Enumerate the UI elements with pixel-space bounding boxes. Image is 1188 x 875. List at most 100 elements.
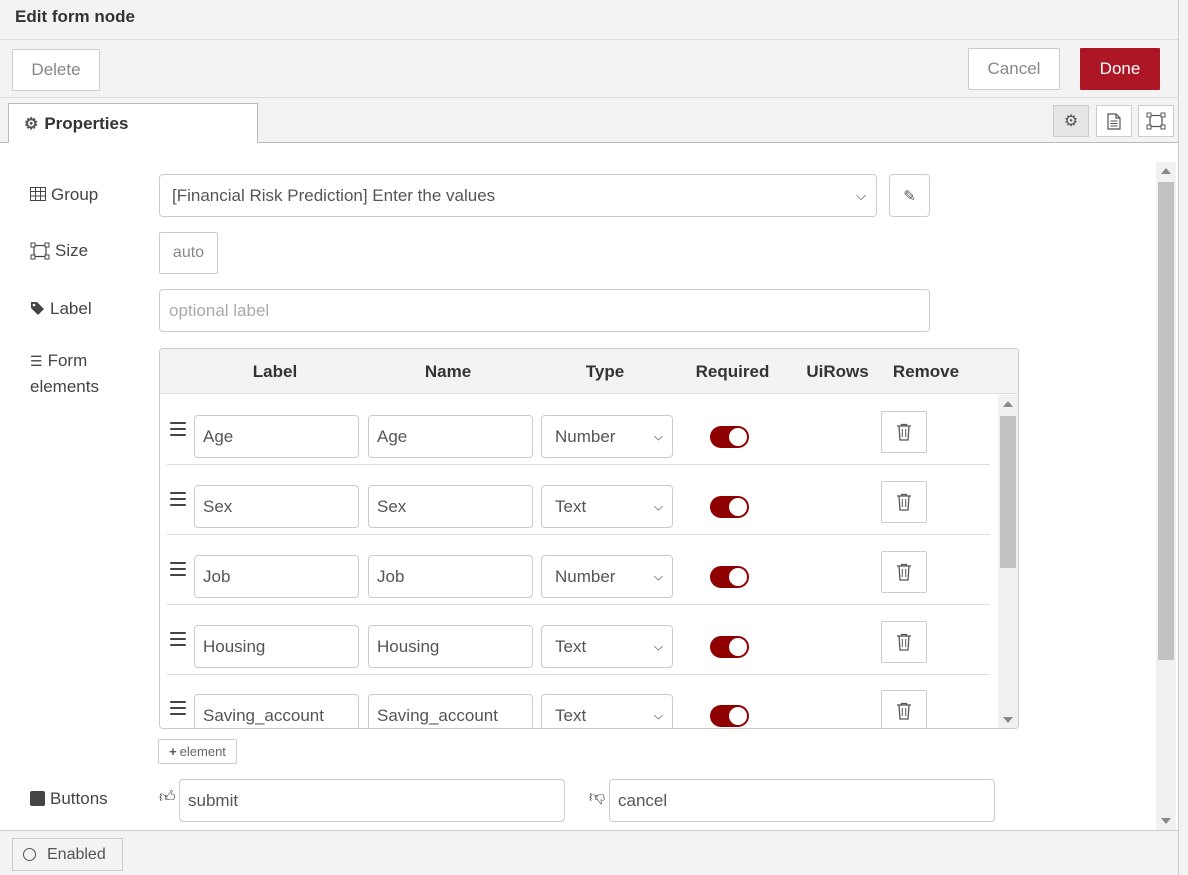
chevron-down-icon: ⌵ (653, 708, 663, 722)
group-select[interactable]: [Financial Risk Prediction] Enter the va… (159, 174, 877, 217)
node-description-button[interactable] (1096, 105, 1132, 137)
header-remove: Remove (892, 362, 960, 381)
node-properties-button[interactable]: ⚙ (1053, 105, 1089, 137)
tabs-bar: ⚙ Properties ⚙ (0, 98, 1178, 144)
row-label-input[interactable]: Job (194, 555, 359, 598)
frame-icon (1146, 112, 1166, 130)
required-toggle[interactable] (710, 636, 749, 658)
enabled-toggle-button[interactable]: Enabled (12, 838, 123, 871)
delete-button[interactable]: Delete (12, 49, 100, 91)
tray-resize-edge[interactable] (1178, 0, 1188, 875)
square-icon (30, 791, 45, 806)
scroll-up-arrow-icon[interactable] (1003, 401, 1013, 407)
plus-icon: + (169, 744, 177, 759)
gear-icon: ⚙ (24, 115, 39, 133)
chevron-down-icon: ⌵ (856, 187, 866, 203)
header-name: Name (424, 362, 472, 381)
scroll-down-arrow-icon[interactable] (1003, 717, 1013, 723)
required-toggle[interactable] (710, 705, 749, 727)
panel-scrollbar[interactable] (1156, 162, 1176, 830)
header-uirows: UiRows (806, 362, 869, 381)
tag-icon (31, 302, 44, 315)
label-input[interactable] (159, 289, 930, 332)
size-label: Size (30, 241, 88, 261)
chevron-down-icon: ⌵ (653, 429, 663, 443)
table-scrollbar-thumb[interactable] (1000, 416, 1016, 568)
label-label: Label (30, 299, 92, 319)
cancel-button[interactable]: Cancel (968, 48, 1060, 90)
tab-properties[interactable]: ⚙ Properties (8, 103, 258, 144)
submit-button-input[interactable]: submit (179, 779, 565, 822)
trash-icon (897, 493, 911, 511)
row-type-select[interactable]: Text ⌵ (541, 625, 673, 668)
tray-header: Edit form node (0, 0, 1178, 40)
add-element-button[interactable]: + element (158, 739, 237, 764)
done-button[interactable]: Done (1080, 48, 1160, 90)
required-toggle[interactable] (710, 566, 749, 588)
table-row: Saving_account Saving_account Text ⌵ (167, 674, 990, 728)
drag-handle-icon[interactable] (170, 492, 186, 506)
row-type-select[interactable]: Number ⌵ (541, 555, 673, 598)
table-row: Job Job Number ⌵ (167, 535, 990, 605)
table-header: Label Name Type Required UiRows Remove (160, 349, 1018, 394)
trash-icon (897, 423, 911, 441)
tray-footer: Enabled (0, 830, 1178, 875)
row-name-input[interactable]: Housing (368, 625, 533, 668)
row-name-input[interactable]: Job (368, 555, 533, 598)
table-body[interactable]: Age Age Number ⌵ Sex Sex Text ⌵ Job Job … (160, 395, 998, 728)
remove-row-button[interactable] (881, 690, 927, 728)
row-type-select[interactable]: Number ⌵ (541, 415, 673, 458)
pencil-icon: ✎ (903, 187, 916, 205)
remove-row-button[interactable] (881, 621, 927, 663)
edit-group-button[interactable]: ✎ (889, 174, 930, 217)
drag-handle-icon[interactable] (170, 422, 186, 436)
panel-scrollbar-thumb[interactable] (1158, 182, 1174, 660)
header-label: Label (252, 362, 298, 381)
properties-panel: Group [Financial Risk Prediction] Enter … (0, 143, 1178, 830)
cancel-button-input[interactable]: cancel (609, 779, 995, 822)
row-label-input[interactable]: Sex (194, 485, 359, 528)
node-appearance-button[interactable] (1138, 105, 1174, 137)
remove-row-button[interactable] (881, 481, 927, 523)
remove-row-button[interactable] (881, 411, 927, 453)
row-label-input[interactable]: Saving_account (194, 694, 359, 728)
thumbs-down-icon: 👎︎ (589, 789, 606, 806)
remove-row-button[interactable] (881, 551, 927, 593)
document-icon (1107, 112, 1121, 130)
row-name-input[interactable]: Sex (368, 485, 533, 528)
size-frame-icon (30, 242, 50, 260)
group-label: Group (30, 185, 98, 205)
tab-properties-label: Properties (44, 113, 129, 133)
trash-icon (897, 702, 911, 720)
chevron-down-icon: ⌵ (653, 639, 663, 653)
table-scrollbar[interactable] (998, 395, 1018, 728)
gear-icon: ⚙ (1063, 113, 1079, 130)
chevron-down-icon: ⌵ (653, 569, 663, 583)
buttons-label: Buttons (30, 789, 108, 809)
chevron-down-icon: ⌵ (653, 499, 663, 513)
required-toggle[interactable] (710, 496, 749, 518)
table-row: Age Age Number ⌵ (167, 395, 990, 465)
table-icon (30, 187, 46, 201)
drag-handle-icon[interactable] (170, 701, 186, 715)
scroll-down-arrow-icon[interactable] (1161, 818, 1171, 824)
list-icon: ☰ (30, 353, 43, 369)
header-type: Type (585, 362, 625, 381)
row-name-input[interactable]: Saving_account (368, 694, 533, 728)
size-button[interactable]: auto (159, 232, 218, 274)
scroll-up-arrow-icon[interactable] (1161, 168, 1171, 174)
row-label-input[interactable]: Housing (194, 625, 359, 668)
tray-toolbar: Delete Cancel Done (0, 40, 1178, 98)
table-row: Housing Housing Text ⌵ (167, 605, 990, 675)
required-toggle[interactable] (710, 426, 749, 448)
row-label-input[interactable]: Age (194, 415, 359, 458)
drag-handle-icon[interactable] (170, 562, 186, 576)
circle-icon (23, 848, 36, 861)
thumbs-up-icon: 👍︎ (159, 789, 176, 806)
row-name-input[interactable]: Age (368, 415, 533, 458)
trash-icon (897, 633, 911, 651)
row-type-select[interactable]: Text ⌵ (541, 485, 673, 528)
form-elements-table: Label Name Type Required UiRows Remove A… (159, 348, 1019, 729)
drag-handle-icon[interactable] (170, 632, 186, 646)
row-type-select[interactable]: Text ⌵ (541, 694, 673, 728)
